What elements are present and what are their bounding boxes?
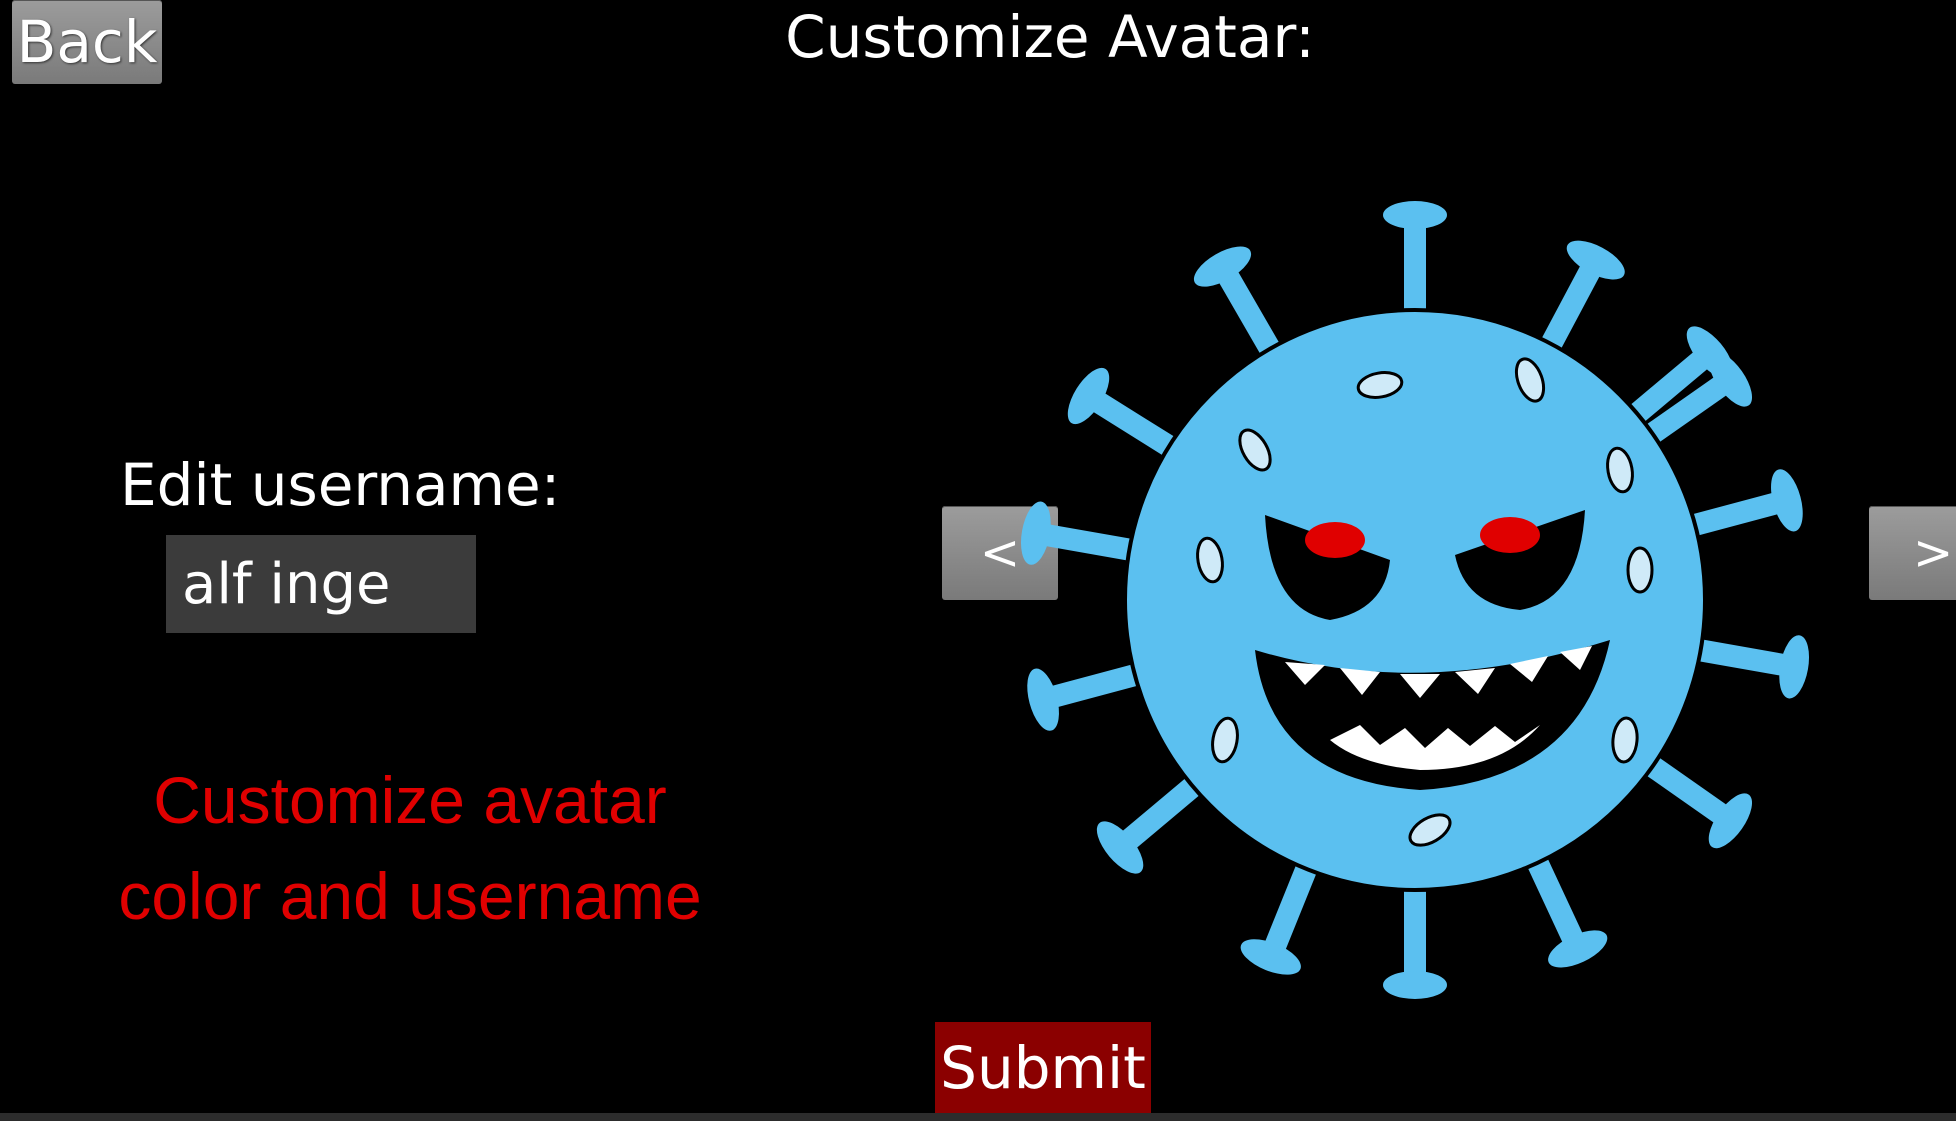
- submit-button[interactable]: Submit: [935, 1022, 1151, 1114]
- username-input[interactable]: [166, 535, 476, 633]
- caption-text: Customize avatar color and username: [60, 752, 760, 944]
- username-label: Edit username:: [120, 451, 561, 519]
- page-title: Customize Avatar:: [785, 3, 1315, 71]
- virus-monster-icon: [1020, 201, 1810, 999]
- avatar-body: [1123, 308, 1707, 892]
- next-avatar-button[interactable]: >: [1869, 506, 1956, 600]
- caption-line-1: Customize avatar: [153, 763, 667, 837]
- back-button[interactable]: Back: [12, 0, 162, 84]
- customize-avatar-screen: Back Customize Avatar: Edit username: Cu…: [0, 0, 1956, 1121]
- bottom-bar: [0, 1113, 1956, 1121]
- caption-line-2: color and username: [118, 859, 702, 933]
